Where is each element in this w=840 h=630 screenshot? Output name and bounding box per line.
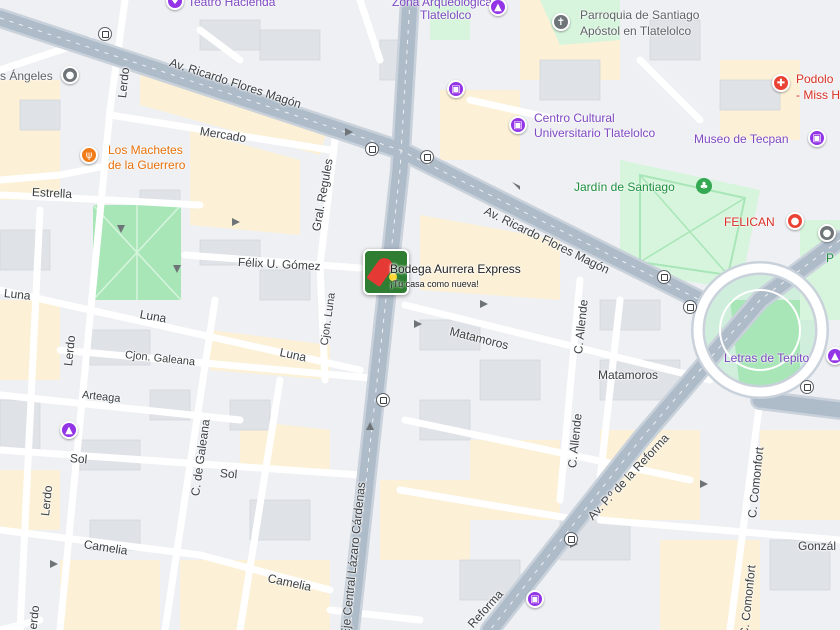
map-base-layer bbox=[0, 0, 840, 630]
medical-icon[interactable]: ✚ bbox=[772, 74, 790, 92]
store-logo-icon bbox=[366, 254, 396, 288]
tree-icon[interactable]: ♣ bbox=[696, 178, 712, 194]
map-canvas[interactable]: Av. Ricardo Flores Magón Av. Ricardo Flo… bbox=[0, 0, 840, 630]
church-icon[interactable]: ✝ bbox=[552, 13, 570, 31]
bus-stop-icon[interactable] bbox=[98, 27, 112, 41]
bus-stop-icon[interactable] bbox=[564, 532, 578, 546]
place-icon[interactable]: ● bbox=[61, 66, 79, 84]
museum-icon[interactable]: ▣ bbox=[808, 129, 826, 147]
place-icon[interactable]: ▲ bbox=[60, 421, 78, 439]
bus-stop-icon[interactable] bbox=[657, 270, 671, 284]
bus-stop-icon[interactable] bbox=[376, 393, 390, 407]
museum-icon[interactable]: ▣ bbox=[526, 590, 544, 608]
bus-stop-icon[interactable] bbox=[420, 150, 434, 164]
museum-icon[interactable]: ▣ bbox=[447, 80, 465, 98]
place-icon[interactable]: ● bbox=[818, 224, 836, 242]
bus-stop-icon[interactable] bbox=[365, 142, 379, 156]
bus-stop-icon[interactable] bbox=[800, 380, 814, 394]
restaurant-icon[interactable]: ψ bbox=[80, 146, 98, 164]
shop-icon[interactable]: ● bbox=[786, 212, 804, 230]
bus-stop-icon[interactable] bbox=[683, 300, 697, 314]
monument-icon[interactable]: ▲ bbox=[826, 347, 840, 365]
museum-icon[interactable]: ▣ bbox=[509, 116, 527, 134]
store-logo-dot-icon bbox=[389, 273, 397, 281]
store-marker-icon[interactable] bbox=[363, 249, 409, 295]
